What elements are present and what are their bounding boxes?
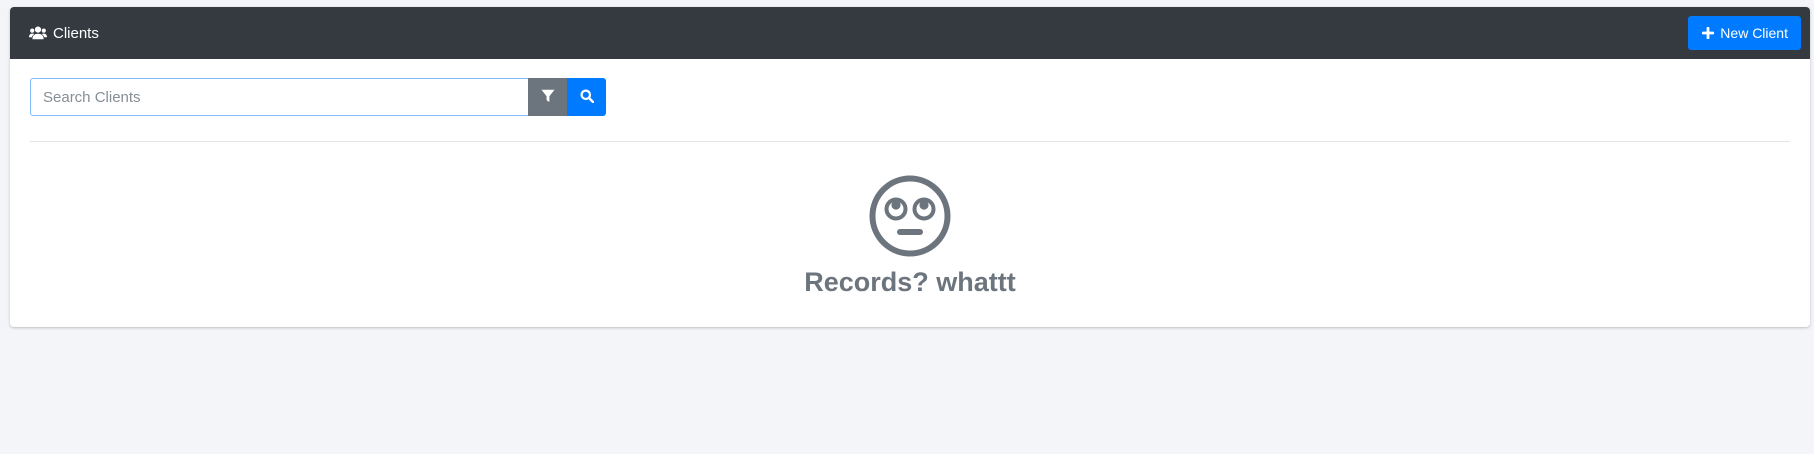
empty-state: Records? whattt bbox=[30, 142, 1790, 298]
clients-card: Clients New Client Search Clients Record… bbox=[10, 7, 1810, 327]
rolling-eyes-face-icon bbox=[868, 174, 952, 263]
page-title-text: Clients bbox=[53, 24, 99, 42]
search-bar bbox=[30, 78, 606, 116]
users-icon bbox=[29, 26, 47, 40]
new-client-button[interactable]: New Client bbox=[1688, 16, 1801, 50]
card-body: Records? whattt bbox=[10, 59, 1810, 298]
empty-state-message: Records? whattt bbox=[804, 267, 1016, 297]
search-icon bbox=[580, 89, 594, 106]
card-header: Clients New Client bbox=[10, 7, 1810, 59]
search-input[interactable] bbox=[30, 78, 528, 116]
page-title: Clients bbox=[29, 25, 99, 42]
filter-button[interactable] bbox=[528, 78, 567, 116]
filter-icon bbox=[541, 89, 555, 106]
plus-icon bbox=[1702, 27, 1715, 39]
new-client-label: New Client bbox=[1720, 25, 1788, 41]
search-button[interactable] bbox=[567, 78, 606, 116]
